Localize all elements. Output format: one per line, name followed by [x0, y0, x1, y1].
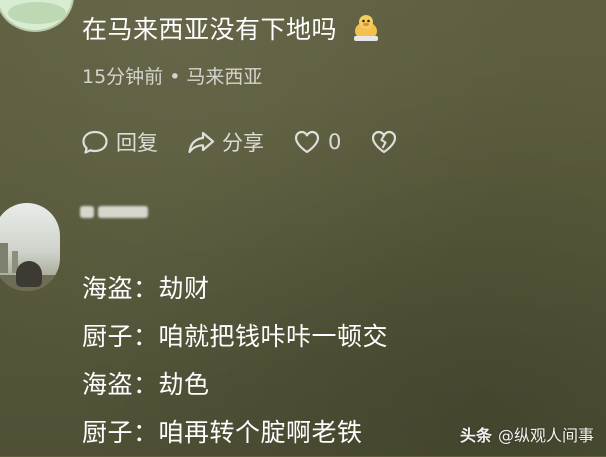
heart-icon	[294, 130, 320, 154]
duck-emoji-icon	[354, 15, 379, 41]
like-count: 0	[328, 130, 342, 154]
watermark-account: @纵观人间事	[497, 426, 594, 445]
blur-block	[98, 206, 148, 218]
reply-label: 回复	[116, 131, 158, 155]
reply-button[interactable]: 回复	[80, 127, 158, 157]
comment-meta: 15分钟前 • 马来西亚	[82, 62, 262, 89]
commenter-avatar[interactable]	[0, 0, 74, 32]
comment-time: 15分钟前	[82, 66, 164, 88]
share-arrow-icon	[188, 131, 215, 154]
reply-comment-text: 海盗：劫财 厨子：咱就把钱咔咔一顿交 海盗：劫色 厨子：咱再转个腚啊老铁	[82, 265, 388, 457]
watermark-brand: 头条	[459, 426, 492, 445]
meta-separator: •	[169, 66, 181, 88]
reply-commenter-avatar[interactable]	[0, 203, 60, 291]
broken-heart-icon	[372, 130, 397, 154]
comment-location: 马来西亚	[186, 66, 263, 88]
comment-bubble-icon	[82, 130, 108, 154]
reply-line: 厨子：咱再转个腚啊老铁	[82, 418, 363, 447]
share-label: 分享	[222, 131, 264, 155]
comment-text: 在马来西亚没有下地吗	[82, 15, 338, 44]
dislike-button[interactable]	[369, 127, 399, 157]
comment-text-row: 在马来西亚没有下地吗	[82, 12, 381, 47]
blur-block	[80, 206, 94, 218]
comment-action-bar: 回复 分享 0	[80, 124, 399, 160]
share-button[interactable]: 分享	[186, 127, 264, 157]
avatar-shade	[8, 2, 66, 24]
watermark: 头条 @纵观人间事	[460, 422, 594, 446]
blurred-username[interactable]	[80, 206, 148, 218]
avatar-building-shape	[0, 243, 8, 273]
like-button[interactable]: 0	[292, 127, 341, 157]
avatar-person-shape	[16, 261, 42, 287]
reply-line: 海盗：劫色	[82, 370, 210, 399]
reply-line: 海盗：劫财	[82, 274, 210, 303]
reply-line: 厨子：咱就把钱咔咔一顿交	[82, 322, 389, 351]
